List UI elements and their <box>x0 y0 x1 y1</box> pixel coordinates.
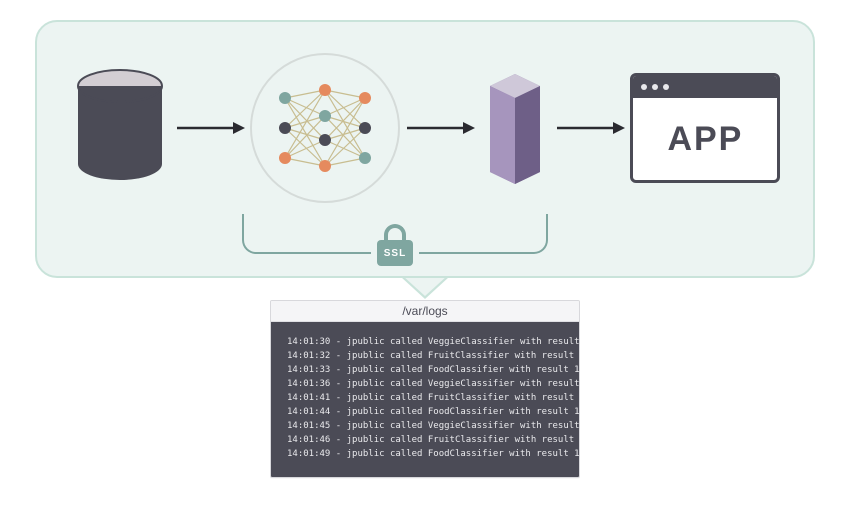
app-body: APP <box>633 98 777 180</box>
app-titlebar <box>633 76 777 98</box>
log-line: 14:01:30 - jpublic called VeggieClassifi… <box>287 336 563 350</box>
app-label: APP <box>667 120 743 159</box>
pipeline-row: APP <box>37 58 813 198</box>
bubble-tail <box>403 276 447 296</box>
log-line: 14:01:41 - jpublic called FruitClassifie… <box>287 392 563 406</box>
diagram-bubble: APP SSL <box>35 20 815 278</box>
ssl-line-right <box>419 214 548 254</box>
log-line: 14:01:36 - jpublic called VeggieClassifi… <box>287 378 563 392</box>
lock-body-icon: SSL <box>377 240 413 266</box>
server-node <box>480 68 550 188</box>
pipeline-container: APP SSL <box>35 20 815 278</box>
database-node <box>70 68 170 188</box>
ssl-line-left <box>242 214 371 254</box>
log-line: 14:01:33 - jpublic called FoodClassifier… <box>287 364 563 378</box>
arrow-3 <box>555 118 625 138</box>
neural-network-node <box>250 53 400 203</box>
log-line: 14:01:49 - jpublic called FoodClassifier… <box>287 448 563 462</box>
terminal-body: 14:01:30 - jpublic called VeggieClassifi… <box>271 322 579 477</box>
log-line: 14:01:44 - jpublic called FoodClassifier… <box>287 406 563 420</box>
arrow-2 <box>405 118 475 138</box>
lock-icon: SSL <box>371 224 419 266</box>
arrow-1 <box>175 118 245 138</box>
ssl-bracket: SSL <box>242 204 548 254</box>
log-line: 14:01:46 - jpublic called FruitClassifie… <box>287 434 563 448</box>
terminal-window: /var/logs 14:01:30 - jpublic called Vegg… <box>270 300 580 478</box>
window-dot-icon <box>652 84 658 90</box>
app-window: APP <box>630 73 780 183</box>
neural-network-circle <box>250 53 400 203</box>
log-line: 14:01:32 - jpublic called FruitClassifie… <box>287 350 563 364</box>
lock-shackle-icon <box>384 224 406 240</box>
log-line: 14:01:45 - jpublic called VeggieClassifi… <box>287 420 563 434</box>
window-dot-icon <box>663 84 669 90</box>
window-dot-icon <box>641 84 647 90</box>
application-node: APP <box>630 73 780 183</box>
terminal-title: /var/logs <box>271 301 579 322</box>
ssl-label: SSL <box>384 248 406 259</box>
